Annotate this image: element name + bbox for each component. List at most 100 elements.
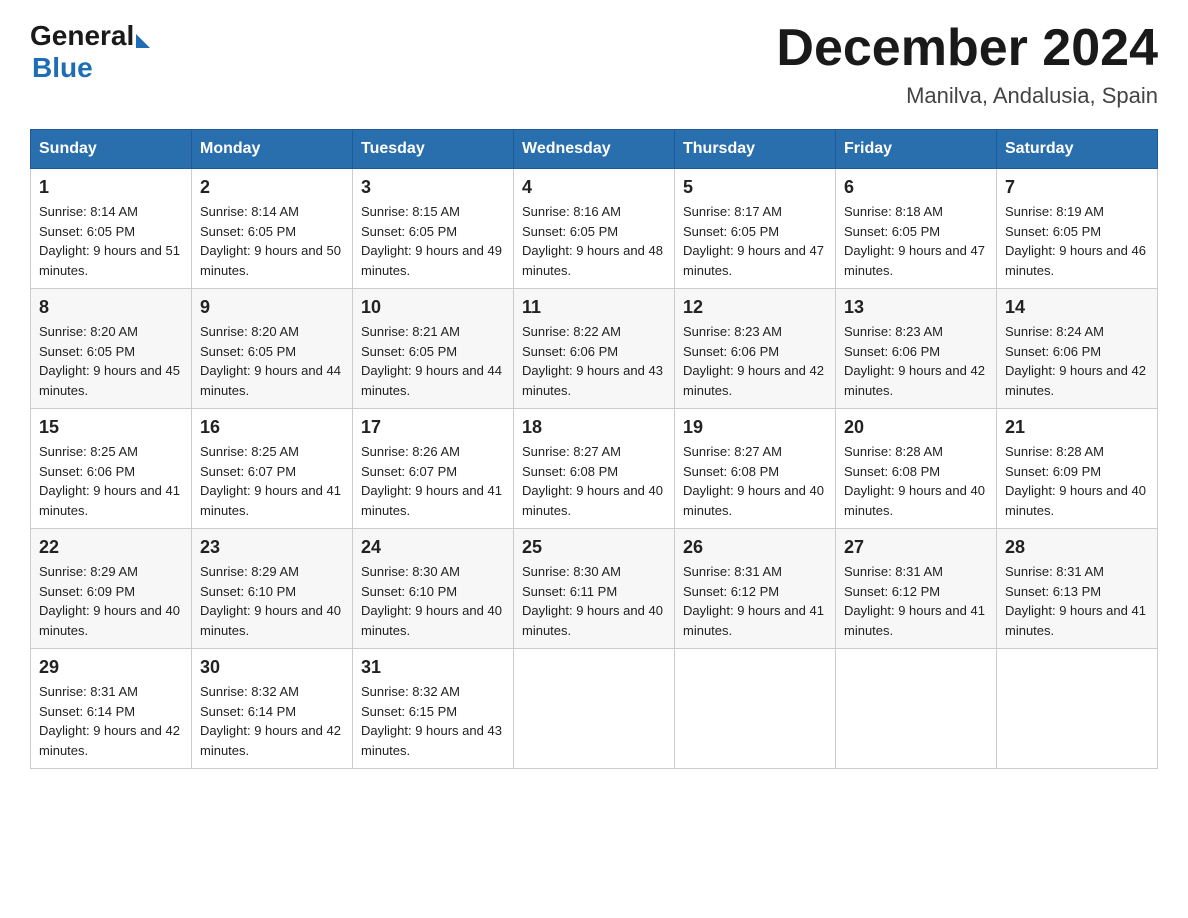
- day-cell: 21 Sunrise: 8:28 AMSunset: 6:09 PMDayligh…: [997, 409, 1158, 529]
- logo-arrow-icon: [136, 34, 150, 48]
- day-info: Sunrise: 8:27 AMSunset: 6:08 PMDaylight:…: [683, 442, 827, 520]
- column-header-friday: Friday: [836, 130, 997, 169]
- day-info: Sunrise: 8:20 AMSunset: 6:05 PMDaylight:…: [200, 322, 344, 400]
- day-info: Sunrise: 8:31 AMSunset: 6:12 PMDaylight:…: [683, 562, 827, 640]
- day-cell: 15 Sunrise: 8:25 AMSunset: 6:06 PMDayligh…: [31, 409, 192, 529]
- day-info: Sunrise: 8:21 AMSunset: 6:05 PMDaylight:…: [361, 322, 505, 400]
- day-cell: 24 Sunrise: 8:30 AMSunset: 6:10 PMDayligh…: [353, 529, 514, 649]
- day-number: 6: [844, 177, 988, 198]
- day-info: Sunrise: 8:31 AMSunset: 6:13 PMDaylight:…: [1005, 562, 1149, 640]
- day-cell: 17 Sunrise: 8:26 AMSunset: 6:07 PMDayligh…: [353, 409, 514, 529]
- day-number: 18: [522, 417, 666, 438]
- day-number: 31: [361, 657, 505, 678]
- day-number: 11: [522, 297, 666, 318]
- day-number: 30: [200, 657, 344, 678]
- day-number: 26: [683, 537, 827, 558]
- day-number: 14: [1005, 297, 1149, 318]
- day-info: Sunrise: 8:23 AMSunset: 6:06 PMDaylight:…: [683, 322, 827, 400]
- week-row-3: 15 Sunrise: 8:25 AMSunset: 6:06 PMDayligh…: [31, 409, 1158, 529]
- day-info: Sunrise: 8:26 AMSunset: 6:07 PMDaylight:…: [361, 442, 505, 520]
- column-header-sunday: Sunday: [31, 130, 192, 169]
- day-cell: 28Sunrise: 8:31 AMSunset: 6:13 PMDayligh…: [997, 529, 1158, 649]
- day-info: Sunrise: 8:25 AMSunset: 6:07 PMDaylight:…: [200, 442, 344, 520]
- day-info: Sunrise: 8:27 AMSunset: 6:08 PMDaylight:…: [522, 442, 666, 520]
- day-number: 24: [361, 537, 505, 558]
- day-number: 13: [844, 297, 988, 318]
- day-info: Sunrise: 8:30 AMSunset: 6:11 PMDaylight:…: [522, 562, 666, 640]
- day-cell: 12 Sunrise: 8:23 AMSunset: 6:06 PMDayligh…: [675, 289, 836, 409]
- week-row-1: 1Sunrise: 8:14 AMSunset: 6:05 PMDaylight…: [31, 169, 1158, 289]
- page-header: General Blue December 2024 Manilva, Anda…: [30, 20, 1158, 109]
- logo-general-text: General: [30, 20, 134, 52]
- day-number: 25: [522, 537, 666, 558]
- day-cell: [675, 649, 836, 769]
- column-header-tuesday: Tuesday: [353, 130, 514, 169]
- logo: General Blue: [30, 20, 152, 84]
- day-number: 27: [844, 537, 988, 558]
- day-number: 5: [683, 177, 827, 198]
- day-cell: 1Sunrise: 8:14 AMSunset: 6:05 PMDaylight…: [31, 169, 192, 289]
- day-number: 17: [361, 417, 505, 438]
- day-cell: 14 Sunrise: 8:24 AMSunset: 6:06 PMDayligh…: [997, 289, 1158, 409]
- day-cell: 16 Sunrise: 8:25 AMSunset: 6:07 PMDayligh…: [192, 409, 353, 529]
- day-number: 12: [683, 297, 827, 318]
- day-cell: 19 Sunrise: 8:27 AMSunset: 6:08 PMDayligh…: [675, 409, 836, 529]
- day-info: Sunrise: 8:32 AMSunset: 6:15 PMDaylight:…: [361, 682, 505, 760]
- day-info: Sunrise: 8:24 AMSunset: 6:06 PMDaylight:…: [1005, 322, 1149, 400]
- month-title: December 2024: [776, 20, 1158, 77]
- day-info: Sunrise: 8:28 AMSunset: 6:08 PMDaylight:…: [844, 442, 988, 520]
- day-cell: [514, 649, 675, 769]
- day-cell: 27 Sunrise: 8:31 AMSunset: 6:12 PMDayligh…: [836, 529, 997, 649]
- day-cell: 9 Sunrise: 8:20 AMSunset: 6:05 PMDaylight…: [192, 289, 353, 409]
- day-number: 10: [361, 297, 505, 318]
- day-cell: 23 Sunrise: 8:29 AMSunset: 6:10 PMDayligh…: [192, 529, 353, 649]
- day-number: 7: [1005, 177, 1149, 198]
- day-number: 15: [39, 417, 183, 438]
- day-cell: 26 Sunrise: 8:31 AMSunset: 6:12 PMDayligh…: [675, 529, 836, 649]
- day-number: 20: [844, 417, 988, 438]
- location-title: Manilva, Andalusia, Spain: [776, 83, 1158, 109]
- week-row-4: 22Sunrise: 8:29 AMSunset: 6:09 PMDayligh…: [31, 529, 1158, 649]
- day-info: Sunrise: 8:31 AMSunset: 6:14 PMDaylight:…: [39, 682, 183, 760]
- day-info: Sunrise: 8:22 AMSunset: 6:06 PMDaylight:…: [522, 322, 666, 400]
- day-number: 3: [361, 177, 505, 198]
- day-number: 21: [1005, 417, 1149, 438]
- title-section: December 2024 Manilva, Andalusia, Spain: [776, 20, 1158, 109]
- day-cell: [836, 649, 997, 769]
- day-number: 22: [39, 537, 183, 558]
- day-cell: 4 Sunrise: 8:16 AMSunset: 6:05 PMDaylight…: [514, 169, 675, 289]
- day-info: Sunrise: 8:29 AMSunset: 6:10 PMDaylight:…: [200, 562, 344, 640]
- day-cell: 10 Sunrise: 8:21 AMSunset: 6:05 PMDayligh…: [353, 289, 514, 409]
- day-info: Sunrise: 8:31 AMSunset: 6:12 PMDaylight:…: [844, 562, 988, 640]
- day-cell: 25 Sunrise: 8:30 AMSunset: 6:11 PMDayligh…: [514, 529, 675, 649]
- day-number: 4: [522, 177, 666, 198]
- day-info: Sunrise: 8:23 AMSunset: 6:06 PMDaylight:…: [844, 322, 988, 400]
- day-info: Sunrise: 8:14 AMSunset: 6:05 PMDaylight:…: [39, 202, 183, 280]
- day-number: 9: [200, 297, 344, 318]
- column-header-thursday: Thursday: [675, 130, 836, 169]
- day-cell: 29Sunrise: 8:31 AMSunset: 6:14 PMDayligh…: [31, 649, 192, 769]
- day-info: Sunrise: 8:15 AMSunset: 6:05 PMDaylight:…: [361, 202, 505, 280]
- day-info: Sunrise: 8:25 AMSunset: 6:06 PMDaylight:…: [39, 442, 183, 520]
- day-info: Sunrise: 8:30 AMSunset: 6:10 PMDaylight:…: [361, 562, 505, 640]
- day-cell: 18 Sunrise: 8:27 AMSunset: 6:08 PMDayligh…: [514, 409, 675, 529]
- day-number: 19: [683, 417, 827, 438]
- day-info: Sunrise: 8:32 AMSunset: 6:14 PMDaylight:…: [200, 682, 344, 760]
- calendar-body: 1Sunrise: 8:14 AMSunset: 6:05 PMDaylight…: [31, 169, 1158, 769]
- day-number: 16: [200, 417, 344, 438]
- day-number: 2: [200, 177, 344, 198]
- day-cell: 30 Sunrise: 8:32 AMSunset: 6:14 PMDayligh…: [192, 649, 353, 769]
- column-header-saturday: Saturday: [997, 130, 1158, 169]
- day-info: Sunrise: 8:20 AMSunset: 6:05 PMDaylight:…: [39, 322, 183, 400]
- day-info: Sunrise: 8:28 AMSunset: 6:09 PMDaylight:…: [1005, 442, 1149, 520]
- day-info: Sunrise: 8:16 AMSunset: 6:05 PMDaylight:…: [522, 202, 666, 280]
- day-number: 8: [39, 297, 183, 318]
- day-number: 23: [200, 537, 344, 558]
- day-cell: 6Sunrise: 8:18 AMSunset: 6:05 PMDaylight…: [836, 169, 997, 289]
- day-cell: 20 Sunrise: 8:28 AMSunset: 6:08 PMDayligh…: [836, 409, 997, 529]
- day-info: Sunrise: 8:14 AMSunset: 6:05 PMDaylight:…: [200, 202, 344, 280]
- day-cell: 2 Sunrise: 8:14 AMSunset: 6:05 PMDaylight…: [192, 169, 353, 289]
- day-cell: 5Sunrise: 8:17 AMSunset: 6:05 PMDaylight…: [675, 169, 836, 289]
- week-row-5: 29Sunrise: 8:31 AMSunset: 6:14 PMDayligh…: [31, 649, 1158, 769]
- day-cell: 3 Sunrise: 8:15 AMSunset: 6:05 PMDaylight…: [353, 169, 514, 289]
